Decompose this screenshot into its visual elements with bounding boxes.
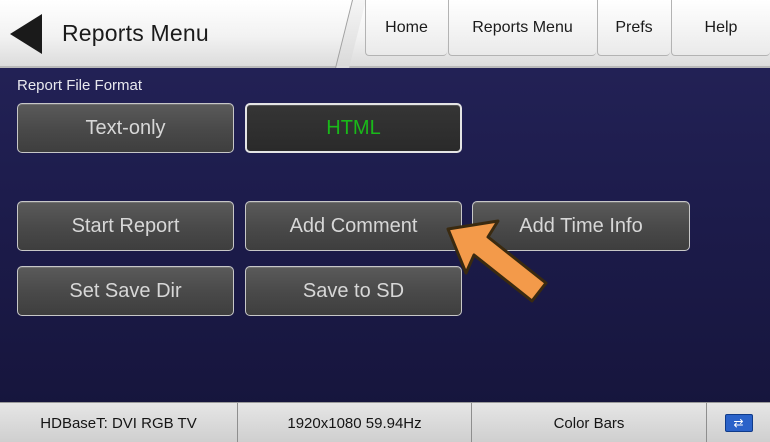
status-resolution: 1920x1080 59.94Hz (238, 403, 472, 442)
back-button[interactable]: Reports Menu (0, 0, 358, 68)
pointer-arrow-icon (446, 219, 548, 303)
save-to-sd-button[interactable]: Save to SD (245, 266, 462, 316)
start-report-button[interactable]: Start Report (17, 201, 234, 251)
status-bar: HDBaseT: DVI RGB TV 1920x1080 59.94Hz Co… (0, 402, 770, 442)
set-save-dir-button[interactable]: Set Save Dir (17, 266, 234, 316)
tab-prefs[interactable]: Prefs (597, 0, 670, 56)
top-bar: Reports Menu Home Reports Menu Prefs Hel… (0, 0, 770, 68)
status-pattern: Color Bars (472, 403, 707, 442)
text-only-button[interactable]: Text-only (17, 103, 234, 153)
add-comment-button[interactable]: Add Comment (245, 201, 462, 251)
back-arrow-icon (10, 14, 42, 54)
usb-connection-wrap: ⇄ (707, 403, 770, 442)
html-button[interactable]: HTML (245, 103, 462, 153)
back-button-label: Reports Menu (62, 20, 209, 46)
status-interface: HDBaseT: DVI RGB TV (0, 403, 238, 442)
tab-help[interactable]: Help (671, 0, 770, 56)
report-file-format-label: Report File Format (17, 77, 143, 94)
tab-home[interactable]: Home (365, 0, 447, 56)
usb-connection-icon: ⇄ (724, 414, 753, 432)
reports-screen: Reports Menu Home Reports Menu Prefs Hel… (0, 0, 770, 442)
tab-reports-menu[interactable]: Reports Menu (448, 0, 596, 56)
